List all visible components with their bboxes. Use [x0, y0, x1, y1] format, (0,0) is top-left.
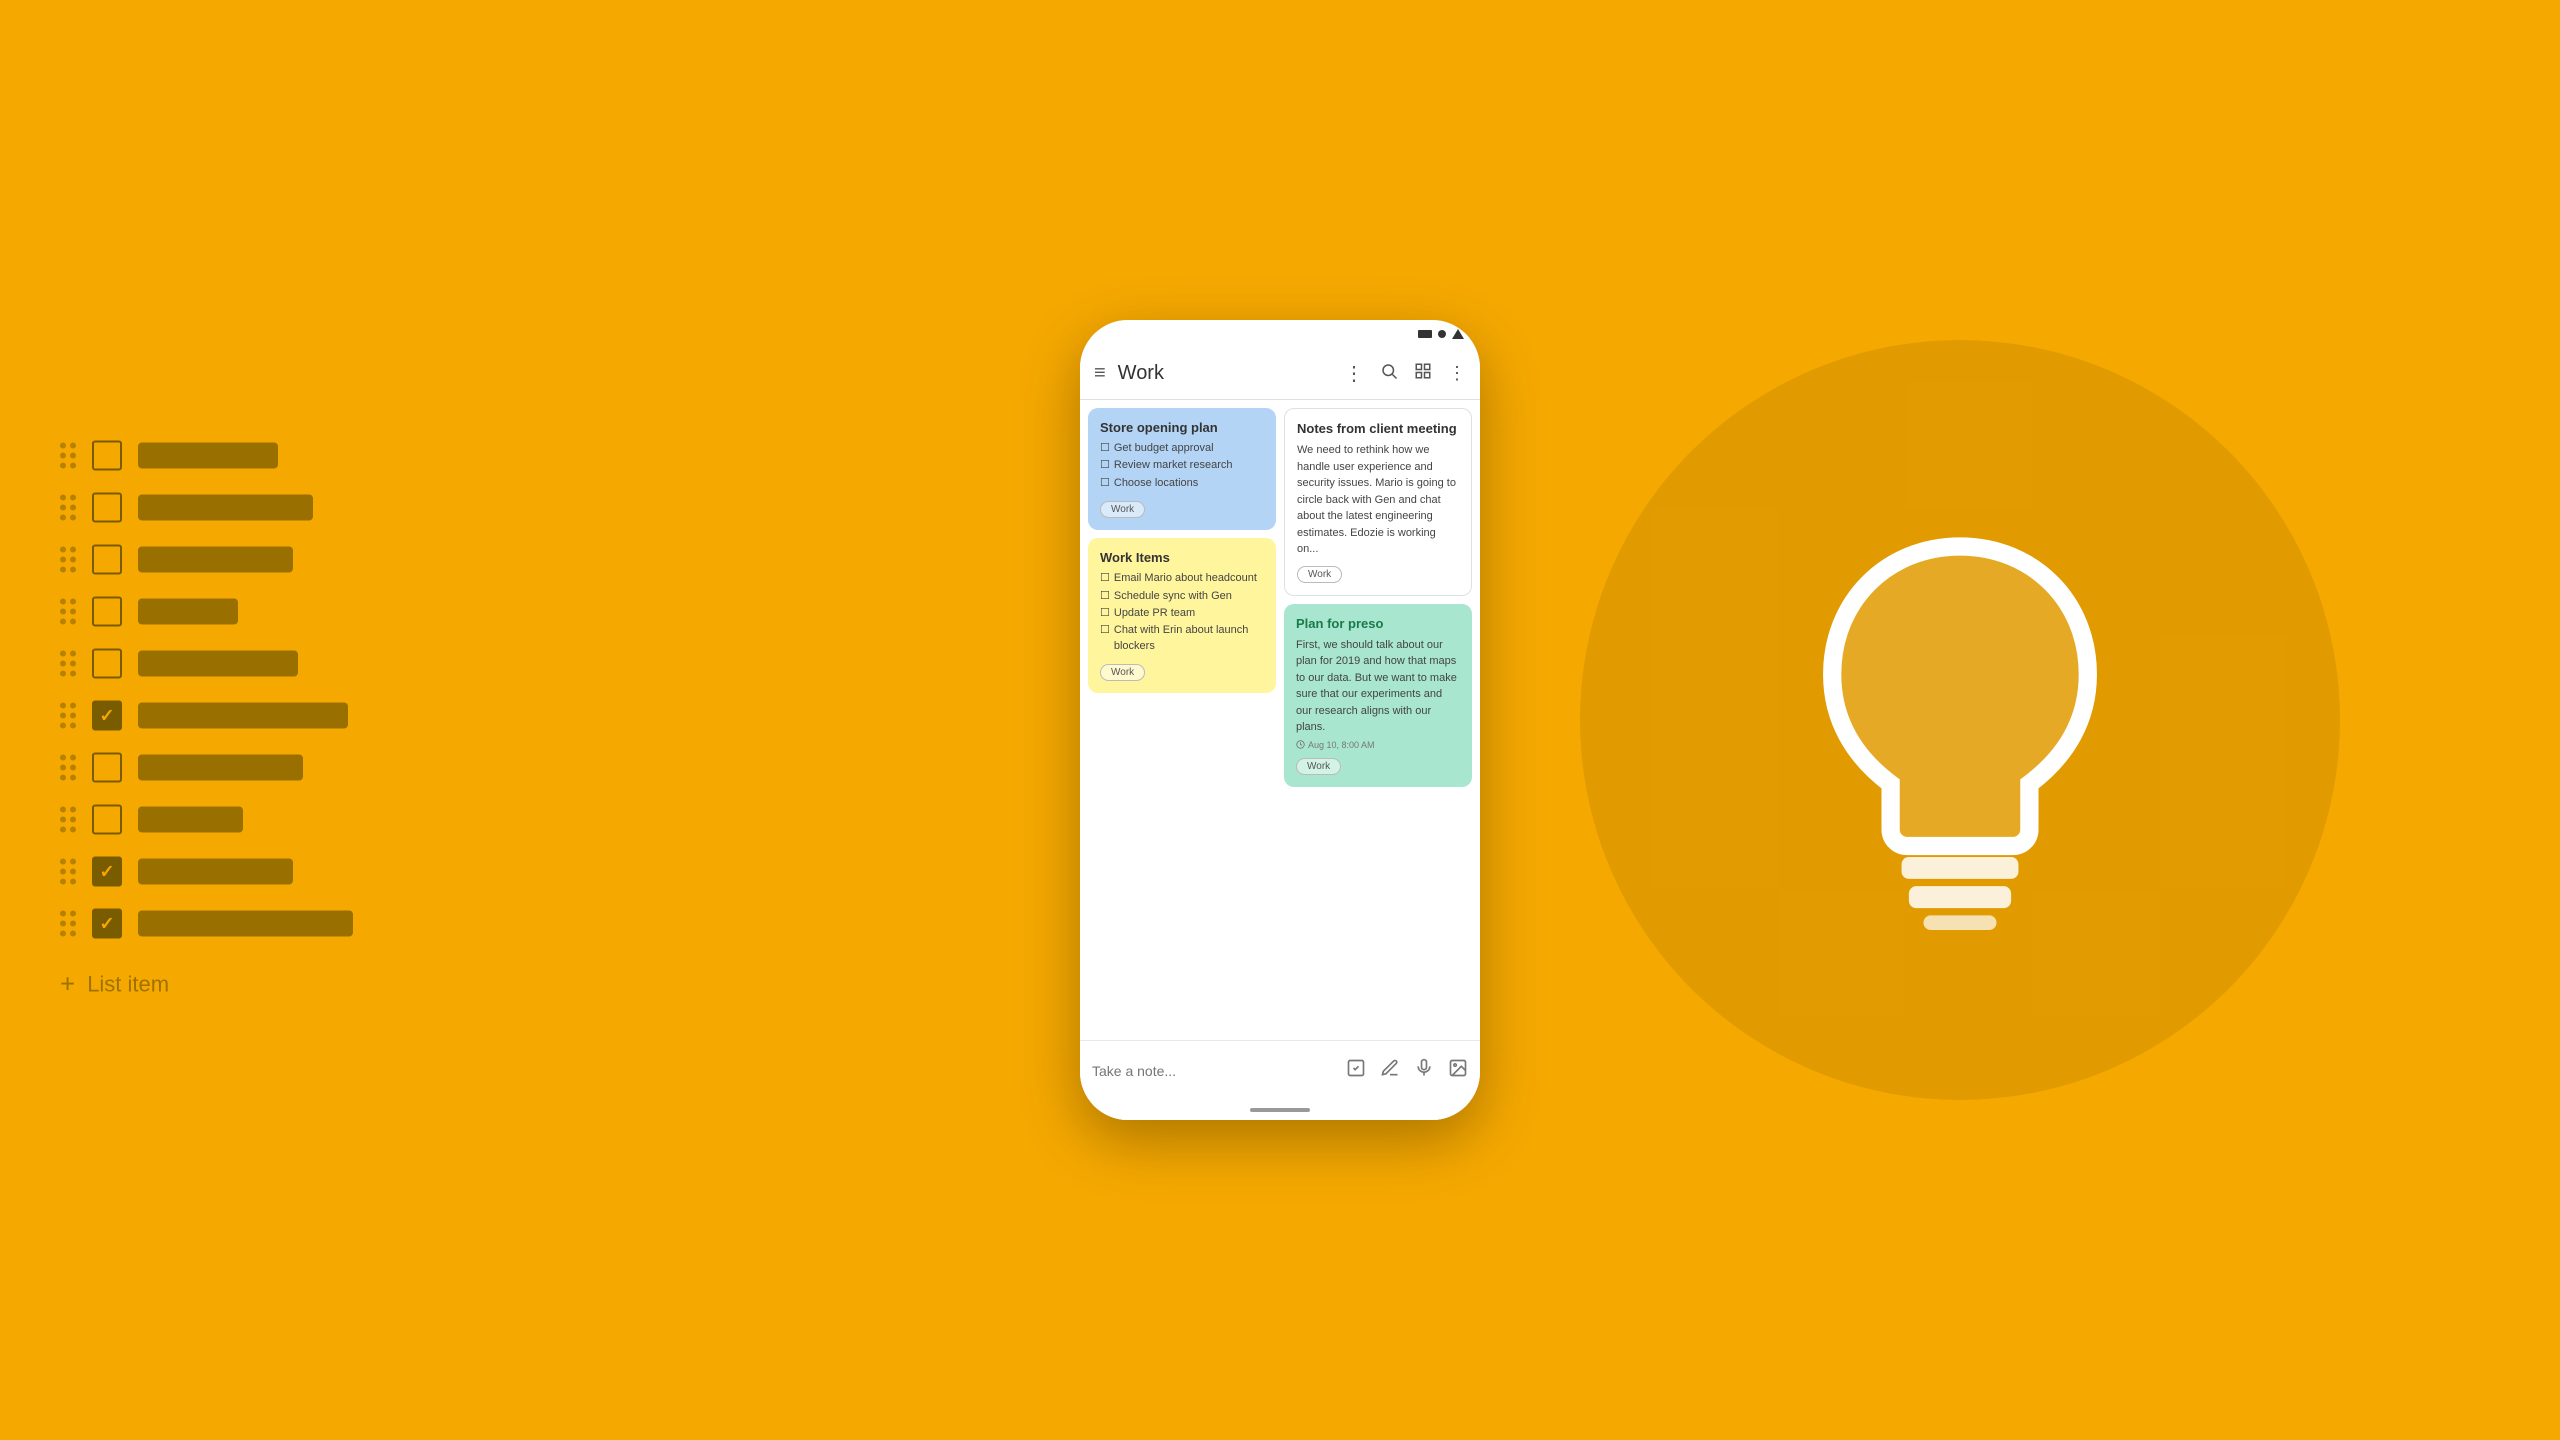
- bottom-icons: [1346, 1058, 1468, 1083]
- list-item: [60, 857, 353, 887]
- list-item: [60, 701, 353, 731]
- list-bar: [138, 547, 293, 573]
- checklist-item: Review market research: [1100, 458, 1264, 473]
- drag-handle[interactable]: [60, 703, 76, 729]
- overflow-menu-button[interactable]: ⋮: [1444, 359, 1470, 388]
- drag-handle[interactable]: [60, 495, 76, 521]
- add-item-label: List item: [87, 971, 169, 997]
- notes-left-column: Store opening plan Get budget approval R…: [1088, 408, 1276, 1032]
- app-title: Work: [1118, 362, 1332, 385]
- note-store-plan[interactable]: Store opening plan Get budget approval R…: [1088, 408, 1276, 530]
- drag-handle[interactable]: [60, 807, 76, 833]
- checkbox-icon[interactable]: [1346, 1058, 1366, 1083]
- list-item: [60, 909, 353, 939]
- note-title: Notes from client meeting: [1297, 421, 1459, 436]
- search-button[interactable]: [1376, 358, 1402, 389]
- list-item: [60, 753, 353, 783]
- signal-bar: [1418, 330, 1432, 338]
- bottom-bar: [1080, 1040, 1480, 1100]
- list-bar: [138, 495, 313, 521]
- checkbox-checked[interactable]: [92, 857, 122, 887]
- phone-shell: ≡ Work ⋮ ⋮ Store opening plan Get budget…: [1080, 320, 1480, 1120]
- phone-mockup: ≡ Work ⋮ ⋮ Store opening plan Get budget…: [1080, 320, 1480, 1120]
- drag-handle[interactable]: [60, 859, 76, 885]
- notes-area: Store opening plan Get budget approval R…: [1080, 400, 1480, 1040]
- note-checklist: Get budget approval Review market resear…: [1100, 441, 1264, 491]
- checkbox[interactable]: [92, 753, 122, 783]
- plus-icon: +: [60, 969, 75, 1000]
- note-checklist: Email Mario about headcount Schedule syn…: [1100, 571, 1264, 654]
- drag-handle[interactable]: [60, 547, 76, 573]
- home-indicator: [1080, 1100, 1480, 1120]
- checklist-item: Choose locations: [1100, 476, 1264, 491]
- hamburger-menu[interactable]: ≡: [1090, 358, 1110, 389]
- note-title: Plan for preso: [1296, 616, 1460, 631]
- status-dot: [1438, 330, 1446, 338]
- wifi-icon: [1452, 329, 1464, 339]
- checkbox-checked[interactable]: [92, 701, 122, 731]
- list-bar: [138, 703, 348, 729]
- checkbox[interactable]: [92, 597, 122, 627]
- checklist-item: Email Mario about headcount: [1100, 571, 1264, 586]
- note-plan-preso[interactable]: Plan for preso First, we should talk abo…: [1284, 604, 1472, 787]
- checklist-item: Update PR team: [1100, 606, 1264, 621]
- list-bar: [138, 599, 238, 625]
- checkbox[interactable]: [92, 545, 122, 575]
- home-bar: [1250, 1108, 1310, 1112]
- view-toggle-button[interactable]: [1410, 358, 1436, 389]
- drag-handle[interactable]: [60, 651, 76, 677]
- note-title: Store opening plan: [1100, 420, 1264, 435]
- list-item: [60, 649, 353, 679]
- note-title: Work Items: [1100, 550, 1264, 565]
- list-bar: [138, 807, 243, 833]
- list-item: [60, 597, 353, 627]
- mic-icon[interactable]: [1414, 1058, 1434, 1083]
- list-bar: [138, 443, 278, 469]
- note-work-items[interactable]: Work Items Email Mario about headcount S…: [1088, 538, 1276, 693]
- list-item: [60, 441, 353, 471]
- list-item: [60, 545, 353, 575]
- status-bar: [1080, 320, 1480, 348]
- note-tag: Work: [1297, 566, 1342, 583]
- notes-right-column: Notes from client meeting We need to ret…: [1284, 408, 1472, 1032]
- list-item: [60, 493, 353, 523]
- checklist-item: Schedule sync with Gen: [1100, 589, 1264, 604]
- drag-handle[interactable]: [60, 911, 76, 937]
- note-tag: Work: [1100, 501, 1145, 518]
- drag-handle[interactable]: [60, 599, 76, 625]
- list-bar: [138, 651, 298, 677]
- checkbox[interactable]: [92, 805, 122, 835]
- image-icon[interactable]: [1448, 1058, 1468, 1083]
- note-body: First, we should talk about our plan for…: [1296, 637, 1460, 736]
- checkbox[interactable]: [92, 493, 122, 523]
- drag-handle[interactable]: [60, 755, 76, 781]
- list-bar: [138, 911, 353, 937]
- draw-icon[interactable]: [1380, 1058, 1400, 1083]
- note-tag: Work: [1296, 758, 1341, 775]
- checkbox-checked[interactable]: [92, 909, 122, 939]
- left-list-panel: + List item: [60, 441, 353, 1000]
- lightbulb-background: [1580, 340, 2340, 1100]
- app-bar: ≡ Work ⋮ ⋮: [1080, 348, 1480, 400]
- take-note-input[interactable]: [1092, 1063, 1338, 1079]
- checkbox[interactable]: [92, 649, 122, 679]
- list-bar: [138, 755, 303, 781]
- add-item-row[interactable]: + List item: [60, 969, 353, 1000]
- checklist-item: Chat with Erin about launch blockers: [1100, 623, 1264, 654]
- lightbulb-icon: [1770, 510, 2150, 930]
- checkbox[interactable]: [92, 441, 122, 471]
- more-dots-button[interactable]: ⋮: [1340, 357, 1368, 390]
- note-body: We need to rethink how we handle user ex…: [1297, 442, 1459, 558]
- note-tag: Work: [1100, 664, 1145, 681]
- drag-handle[interactable]: [60, 443, 76, 469]
- note-timestamp: Aug 10, 8:00 AM: [1296, 740, 1460, 750]
- note-client-meeting[interactable]: Notes from client meeting We need to ret…: [1284, 408, 1472, 596]
- list-item: [60, 805, 353, 835]
- list-bar: [138, 859, 293, 885]
- checklist-item: Get budget approval: [1100, 441, 1264, 456]
